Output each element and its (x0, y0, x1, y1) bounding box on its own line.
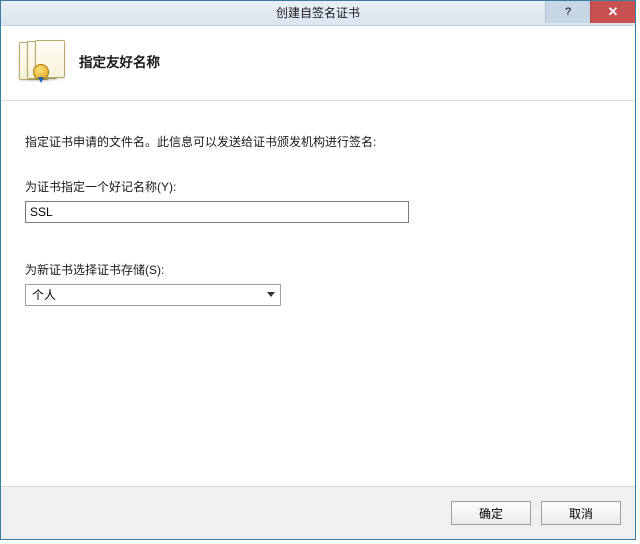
titlebar-buttons: ? ✕ (545, 1, 635, 23)
dialog-header: 指定友好名称 (1, 26, 635, 101)
cert-store-select[interactable]: 个人 (25, 284, 281, 306)
cert-store-select-wrap: 个人 (25, 284, 281, 306)
title-bar: 创建自签名证书 ? ✕ (1, 1, 635, 26)
dialog-body: 指定证书申请的文件名。此信息可以发送给证书颁发机构进行签名: 为证书指定一个好记… (1, 101, 635, 486)
friendly-name-input[interactable] (25, 201, 409, 223)
ok-button[interactable]: 确定 (451, 501, 531, 525)
instruction-text: 指定证书申请的文件名。此信息可以发送给证书颁发机构进行签名: (25, 133, 611, 150)
dialog-window: 创建自签名证书 ? ✕ 指定友好名称 指定证书申请的文件名。此信息可以发送给证书… (0, 0, 636, 540)
window-title: 创建自签名证书 (1, 1, 635, 25)
close-button[interactable]: ✕ (590, 1, 635, 23)
dialog-footer: 确定 取消 (1, 486, 635, 539)
certificate-icon (19, 40, 67, 82)
close-icon: ✕ (608, 4, 619, 20)
help-icon: ? (565, 6, 571, 18)
help-button[interactable]: ? (545, 1, 590, 23)
cert-store-label: 为新证书选择证书存储(S): (25, 261, 611, 278)
friendly-name-label: 为证书指定一个好记名称(Y): (25, 178, 611, 195)
header-title: 指定友好名称 (79, 51, 160, 71)
cancel-button[interactable]: 取消 (541, 501, 621, 525)
